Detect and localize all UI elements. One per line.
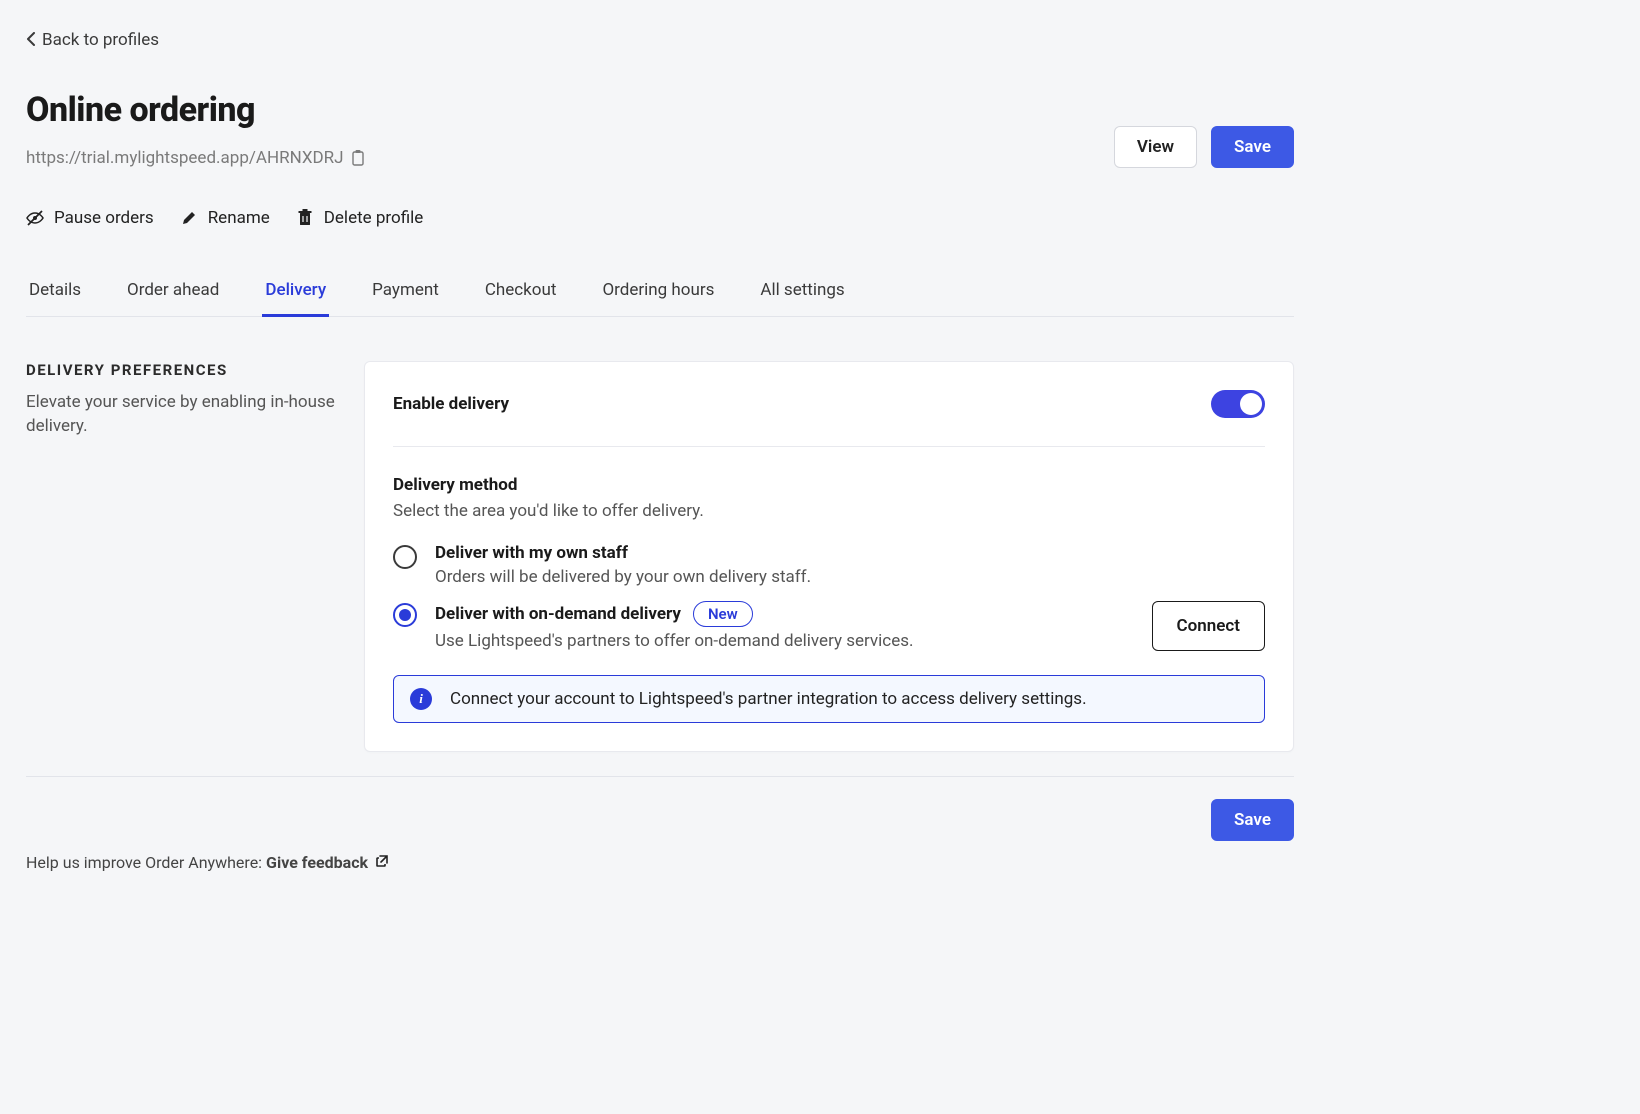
radio-desc-on-demand: Use Lightspeed's partners to offer on-de… — [435, 631, 1265, 651]
delete-profile-label: Delete profile — [324, 208, 424, 228]
tab-delivery[interactable]: Delivery — [262, 272, 329, 316]
enable-delivery-toggle[interactable] — [1211, 390, 1265, 418]
save-button-bottom[interactable]: Save — [1211, 799, 1294, 841]
delivery-card: Enable delivery Delivery method Select t… — [364, 361, 1294, 752]
back-label: Back to profiles — [42, 30, 159, 50]
eye-off-icon — [26, 209, 44, 227]
feedback-link-text: Give feedback — [266, 853, 368, 872]
tab-all-settings[interactable]: All settings — [757, 272, 847, 316]
give-feedback-link[interactable]: Give feedback — [266, 853, 389, 872]
rename-button[interactable]: Rename — [180, 208, 270, 228]
info-icon: i — [410, 688, 432, 710]
view-button[interactable]: View — [1114, 126, 1197, 168]
delivery-method-subtitle: Select the area you'd like to offer deli… — [393, 501, 1265, 521]
radio-label-on-demand: Deliver with on-demand delivery — [435, 604, 681, 624]
info-banner-text: Connect your account to Lightspeed's par… — [450, 689, 1087, 709]
profile-url: https://trial.mylightspeed.app/AHRNXDRJ — [26, 148, 344, 168]
clipboard-icon[interactable] — [350, 149, 366, 167]
delete-profile-button[interactable]: Delete profile — [296, 208, 424, 228]
tab-ordering-hours[interactable]: Ordering hours — [599, 272, 717, 316]
radio-own-staff[interactable] — [393, 545, 417, 569]
badge-new: New — [693, 601, 753, 627]
external-link-icon — [376, 854, 389, 871]
connect-button[interactable]: Connect — [1152, 601, 1265, 651]
tab-payment[interactable]: Payment — [369, 272, 442, 316]
chevron-left-icon — [26, 31, 36, 50]
pause-orders-button[interactable]: Pause orders — [26, 208, 154, 228]
save-button[interactable]: Save — [1211, 126, 1294, 168]
delivery-method-title: Delivery method — [393, 475, 1265, 495]
divider — [26, 776, 1294, 777]
toggle-knob — [1240, 393, 1262, 415]
section-description: Elevate your service by enabling in-hous… — [26, 391, 340, 439]
tab-order-ahead[interactable]: Order ahead — [124, 272, 222, 316]
section-label: DELIVERY PREFERENCES — [26, 361, 340, 379]
tab-checkout[interactable]: Checkout — [482, 272, 560, 316]
enable-delivery-label: Enable delivery — [393, 394, 509, 414]
tab-details[interactable]: Details — [26, 272, 84, 316]
radio-desc-own-staff: Orders will be delivered by your own del… — [435, 567, 1265, 587]
rename-label: Rename — [208, 208, 270, 228]
radio-on-demand[interactable] — [393, 603, 417, 627]
info-banner: i Connect your account to Lightspeed's p… — [393, 675, 1265, 723]
back-to-profiles-link[interactable]: Back to profiles — [26, 30, 159, 50]
pencil-icon — [180, 209, 198, 227]
feedback-prefix: Help us improve Order Anywhere: — [26, 853, 262, 872]
tabs: Details Order ahead Delivery Payment Checkou… — [26, 272, 1294, 317]
page-title: Online ordering — [26, 90, 366, 130]
trash-icon — [296, 209, 314, 227]
radio-label-own-staff: Deliver with my own staff — [435, 543, 628, 563]
pause-orders-label: Pause orders — [54, 208, 154, 228]
